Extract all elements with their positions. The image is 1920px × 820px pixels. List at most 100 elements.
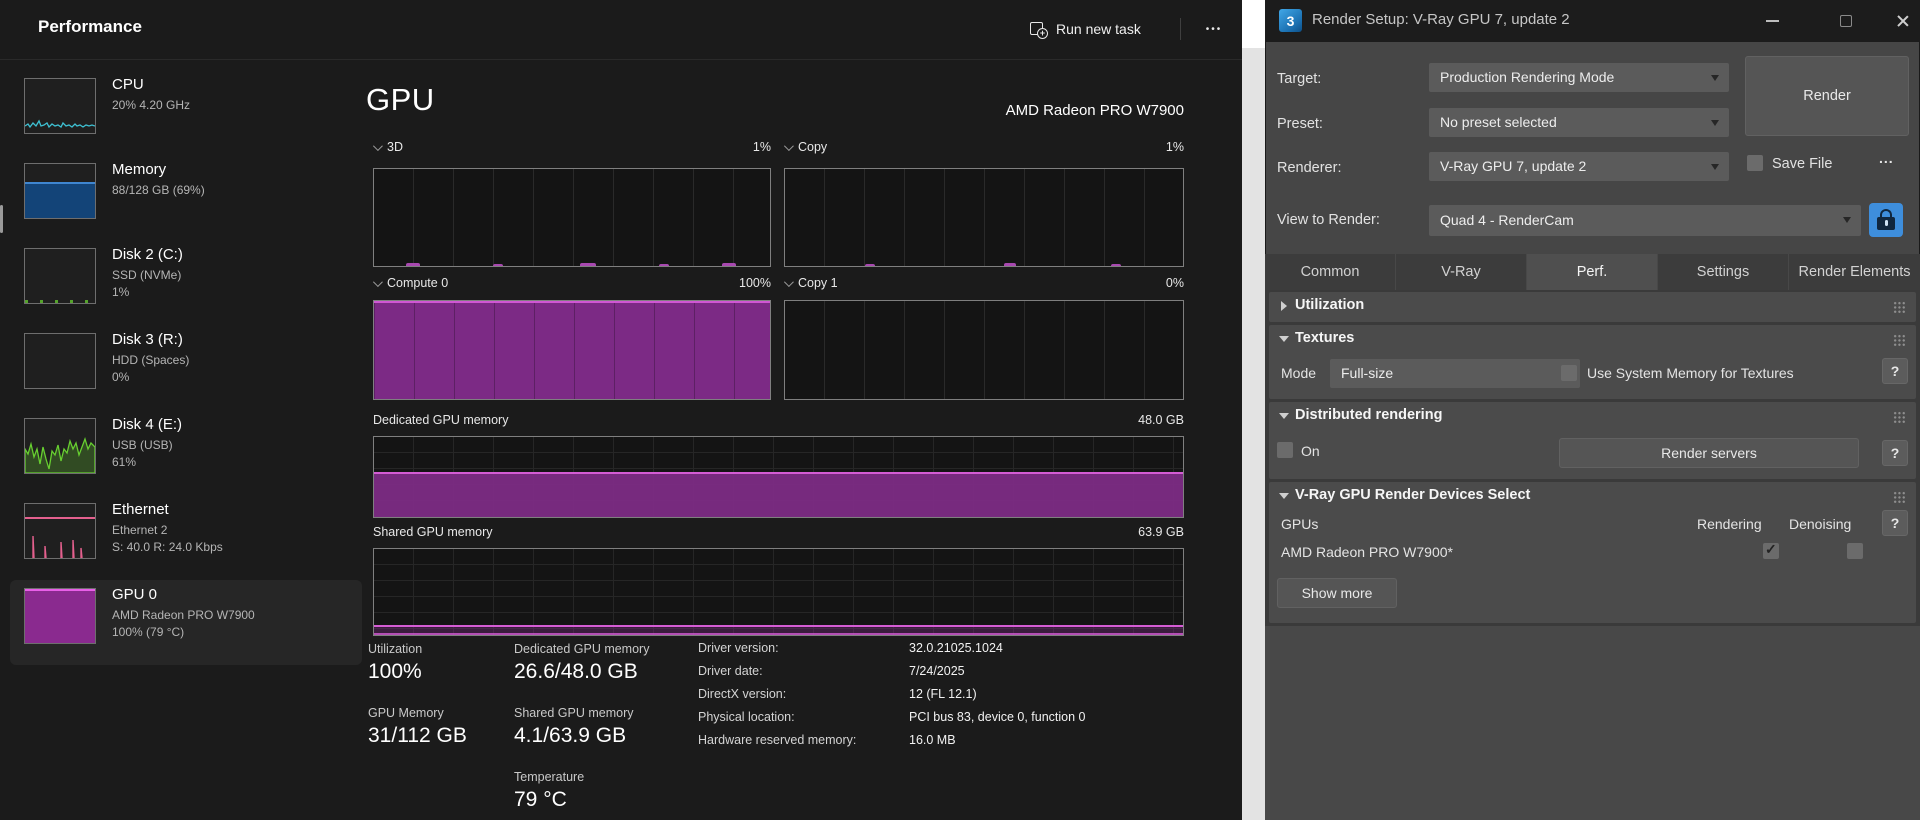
sidebar-item-gpu0[interactable]: GPU 0 AMD Radeon PRO W7900 100% (79 °C): [10, 580, 362, 665]
gpu-engine-chart-compute0: [373, 300, 771, 400]
memory-graph-name: Dedicated GPU memory: [373, 413, 508, 427]
item-line3: S: 40.0 R: 24.0 Kbps: [112, 539, 223, 556]
render-servers-button[interactable]: Render servers: [1559, 438, 1859, 468]
item-title: Disk 2 (C:): [112, 246, 183, 263]
help-button[interactable]: ?: [1882, 510, 1908, 536]
device-rendering-checkbox[interactable]: [1763, 543, 1779, 559]
maximize-button[interactable]: [1831, 6, 1861, 36]
item-line2: 20% 4.20 GHz: [112, 97, 190, 114]
rendering-column-header: Rendering: [1697, 516, 1762, 532]
item-title: Disk 3 (R:): [112, 331, 183, 348]
render-button[interactable]: Render: [1745, 56, 1909, 136]
perf-tab-content: Utilization Textures Mode Full-size Use …: [1265, 290, 1920, 820]
item-title: CPU: [112, 76, 144, 93]
device-denoising-checkbox[interactable]: [1847, 543, 1863, 559]
disk3-mini-graph: [24, 333, 96, 389]
run-new-task-label: Run new task: [1056, 21, 1141, 37]
target-dropdown[interactable]: Production Rendering Mode: [1429, 63, 1729, 92]
detail-row: Hardware reserved memory:16.0 MB: [698, 733, 1086, 756]
triangle-down-icon: [1279, 336, 1289, 342]
triangle-right-icon: [1281, 301, 1287, 311]
triangle-down-icon: [1279, 493, 1289, 499]
preset-dropdown[interactable]: No preset selected: [1429, 108, 1729, 137]
sidebar-item-disk2[interactable]: Disk 2 (C:) SSD (NVMe) 1%: [10, 240, 362, 325]
engine-value: 1%: [1166, 140, 1184, 154]
section-header-textures[interactable]: Textures: [1269, 325, 1916, 353]
renderer-dropdown[interactable]: V-Ray GPU 7, update 2: [1429, 152, 1729, 181]
item-title: Ethernet: [112, 501, 169, 518]
help-button[interactable]: ?: [1882, 358, 1908, 384]
save-file-checkbox[interactable]: [1747, 155, 1763, 171]
drag-grip-icon[interactable]: [1893, 301, 1906, 314]
chevron-down-icon[interactable]: [373, 141, 383, 151]
show-more-button[interactable]: Show more: [1277, 578, 1397, 608]
stat-label: GPU Memory: [368, 706, 444, 720]
window-plus-icon: +: [1030, 21, 1046, 37]
target-label: Target:: [1277, 71, 1321, 87]
distributed-on-checkbox[interactable]: [1277, 442, 1293, 458]
close-button[interactable]: [1888, 6, 1918, 36]
tab-perf[interactable]: Perf.: [1527, 254, 1658, 290]
drag-grip-icon[interactable]: [1893, 491, 1906, 504]
view-to-render-dropdown[interactable]: Quad 4 - RenderCam: [1429, 205, 1861, 236]
sidebar-item-ethernet[interactable]: Ethernet Ethernet 2 S: 40.0 R: 24.0 Kbps: [10, 495, 362, 580]
gpus-label: GPUs: [1281, 516, 1318, 532]
section-textures: Textures Mode Full-size Use System Memor…: [1269, 325, 1916, 399]
engine-value: 1%: [753, 140, 771, 154]
minimize-button[interactable]: [1757, 6, 1787, 36]
more-options-button[interactable]: •••: [1192, 13, 1236, 45]
item-line3: 61%: [112, 454, 136, 471]
sidebar-item-disk3[interactable]: Disk 3 (R:) HDD (Spaces) 0%: [10, 325, 362, 410]
gpu-details-list: Driver version:32.0.21025.1024 Driver da…: [698, 641, 1086, 756]
dedicated-memory-chart: [373, 436, 1184, 518]
item-line2: 88/128 GB (69%): [112, 182, 205, 199]
chevron-down-icon[interactable]: [373, 277, 383, 287]
tab-render-elements[interactable]: Render Elements: [1789, 254, 1920, 290]
preset-label: Preset:: [1277, 116, 1323, 132]
stat-label: Temperature: [514, 770, 584, 784]
stat-value: 31/112 GB: [368, 724, 467, 748]
sidebar-item-memory[interactable]: Memory 88/128 GB (69%): [10, 155, 362, 240]
tab-common[interactable]: Common: [1265, 254, 1396, 290]
header-divider: [1180, 18, 1181, 40]
memory-graph-name: Shared GPU memory: [373, 525, 492, 539]
3dsmax-logo-icon: 3: [1279, 9, 1302, 32]
chevron-down-icon[interactable]: [784, 277, 794, 287]
view-lock-button[interactable]: [1869, 203, 1903, 237]
gpu-detail-panel: GPU AMD Radeon PRO W7900 3D 1% Copy 1% C…: [366, 72, 1184, 820]
ethernet-mini-graph: [24, 503, 96, 559]
stat-value: 79 °C: [514, 788, 567, 812]
stat-value: 4.1/63.9 GB: [514, 724, 626, 748]
disk4-mini-graph: [24, 418, 96, 474]
chevron-down-icon[interactable]: [784, 141, 794, 151]
item-line2: USB (USB): [112, 437, 173, 454]
render-output-ellipsis-button[interactable]: ...: [1879, 150, 1894, 166]
detail-row: Physical location:PCI bus 83, device 0, …: [698, 710, 1086, 733]
nav-selection-indicator: [0, 205, 3, 233]
render-setup-window: 3 Render Setup: V-Ray GPU 7, update 2 Ta…: [1265, 0, 1920, 820]
tab-vray[interactable]: V-Ray: [1396, 254, 1527, 290]
tab-settings[interactable]: Settings: [1658, 254, 1789, 290]
section-header-utilization[interactable]: Utilization: [1269, 292, 1916, 320]
use-system-memory-checkbox[interactable]: [1561, 365, 1577, 381]
minimize-icon: [1766, 20, 1779, 22]
header-rule: [0, 59, 1242, 60]
item-line3: 1%: [112, 284, 129, 301]
gpu-engine-chart-3d: [373, 168, 771, 267]
help-button[interactable]: ?: [1882, 440, 1908, 466]
texture-mode-dropdown[interactable]: Full-size: [1330, 359, 1580, 388]
window-title: Render Setup: V-Ray GPU 7, update 2: [1312, 11, 1570, 28]
drag-grip-icon[interactable]: [1893, 411, 1906, 424]
section-header-devices[interactable]: V-Ray GPU Render Devices Select: [1269, 482, 1916, 510]
drag-grip-icon[interactable]: [1893, 334, 1906, 347]
titlebar[interactable]: 3 Render Setup: V-Ray GPU 7, update 2: [1265, 0, 1920, 42]
section-header-distributed[interactable]: Distributed rendering: [1269, 402, 1916, 430]
sidebar-item-disk4[interactable]: Disk 4 (E:) USB (USB) 61%: [10, 410, 362, 495]
mode-label: Mode: [1281, 365, 1316, 381]
disk2-mini-graph: [24, 248, 96, 304]
run-new-task-button[interactable]: + Run new task: [1022, 13, 1149, 45]
gpu-engine-chart-copy1: [784, 300, 1184, 400]
item-title: Memory: [112, 161, 166, 178]
item-line2: AMD Radeon PRO W7900: [112, 607, 255, 624]
sidebar-item-cpu[interactable]: CPU 20% 4.20 GHz: [10, 70, 362, 155]
